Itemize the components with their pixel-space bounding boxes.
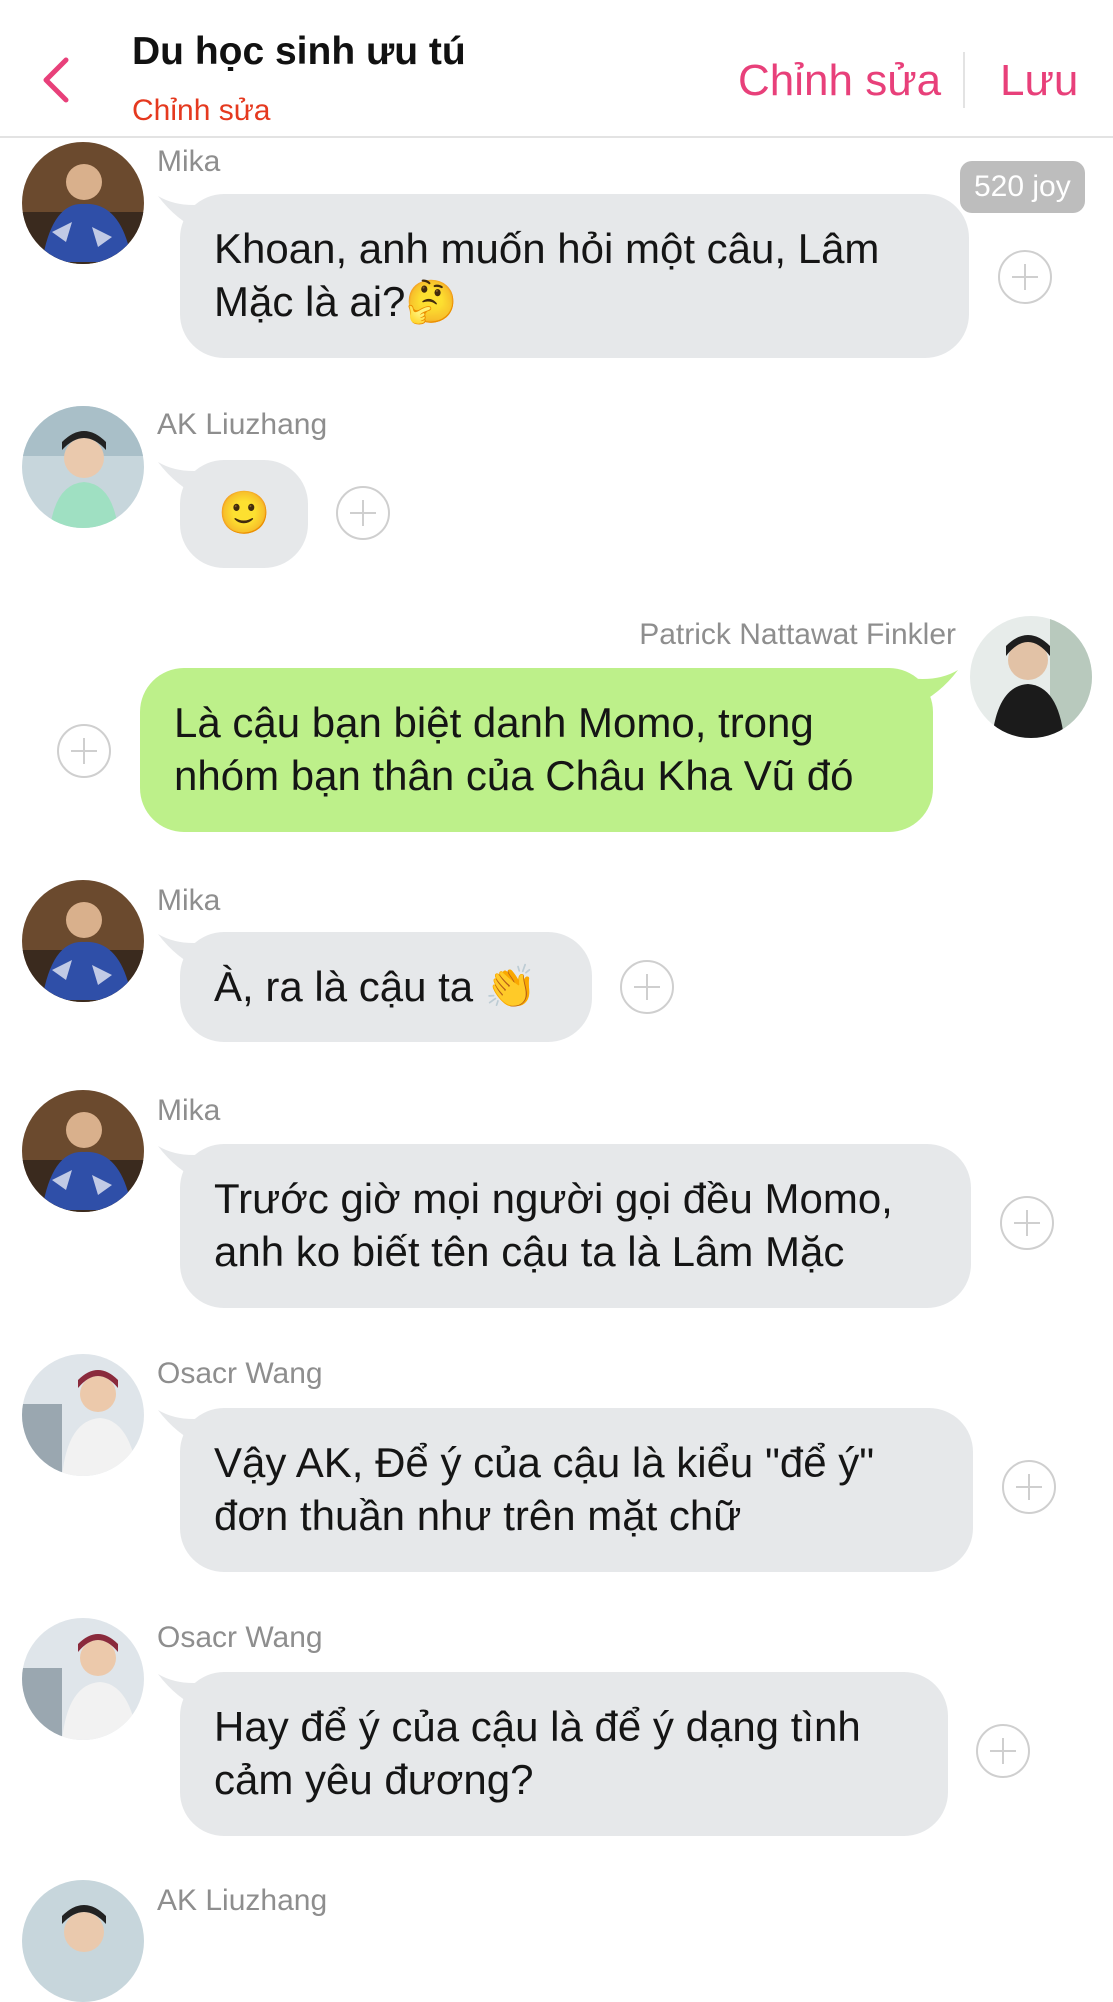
message-bubble[interactable]: Là cậu bạn biệt danh Momo, trong nhóm bạ… [140,668,933,832]
plus-circle-icon[interactable] [1002,1460,1056,1514]
message-bubble[interactable]: 🙂 [180,460,308,568]
header-divider [963,52,965,108]
sender-name: Osacr Wang [157,1621,323,1654]
plus-circle-icon[interactable] [976,1724,1030,1778]
chat-title: Du học sinh ưu tú [132,30,466,73]
plus-circle-icon[interactable] [1000,1196,1054,1250]
avatar[interactable] [22,406,144,528]
message-bubble[interactable]: Khoan, anh muốn hỏi một câu, Lâm Mặc là … [180,194,969,358]
sender-name: Mika [157,1094,221,1127]
message-bubble[interactable]: À, ra là cậu ta 👏 [180,932,592,1042]
plus-circle-icon[interactable] [57,724,111,778]
sender-name: Mika [157,145,221,178]
message-bubble[interactable]: Trước giờ mọi người gọi đều Momo, anh ko… [180,1144,971,1308]
avatar[interactable] [22,1090,144,1212]
plus-circle-icon[interactable] [998,250,1052,304]
joy-badge: 520 joy [960,161,1085,213]
avatar[interactable] [22,1880,144,2002]
sender-name: Patrick Nattawat Finkler [639,618,956,651]
chat-header: Du học sinh ưu tú Chỉnh sửa Chỉnh sửa Lư… [0,0,1113,138]
avatar[interactable] [22,880,144,1002]
edit-button[interactable]: Chỉnh sửa [738,56,941,106]
avatar[interactable] [970,616,1092,738]
plus-circle-icon[interactable] [620,960,674,1014]
message-bubble[interactable]: Vậy AK, Để ý của cậu là kiểu "để ý" đơn … [180,1408,973,1572]
avatar[interactable] [22,142,144,264]
sender-name: AK Liuzhang [157,408,328,441]
sender-name: Osacr Wang [157,1357,323,1390]
avatar[interactable] [22,1354,144,1476]
save-button[interactable]: Lưu [1000,56,1078,106]
message-bubble[interactable]: Hay để ý của cậu là để ý dạng tình cảm y… [180,1672,948,1836]
plus-circle-icon[interactable] [336,486,390,540]
back-button[interactable] [36,52,80,108]
sender-name: Mika [157,884,221,917]
chevron-left-icon [43,57,69,103]
avatar[interactable] [22,1618,144,1740]
chat-subtitle: Chỉnh sửa [132,94,271,127]
sender-name: AK Liuzhang [157,1884,328,1917]
